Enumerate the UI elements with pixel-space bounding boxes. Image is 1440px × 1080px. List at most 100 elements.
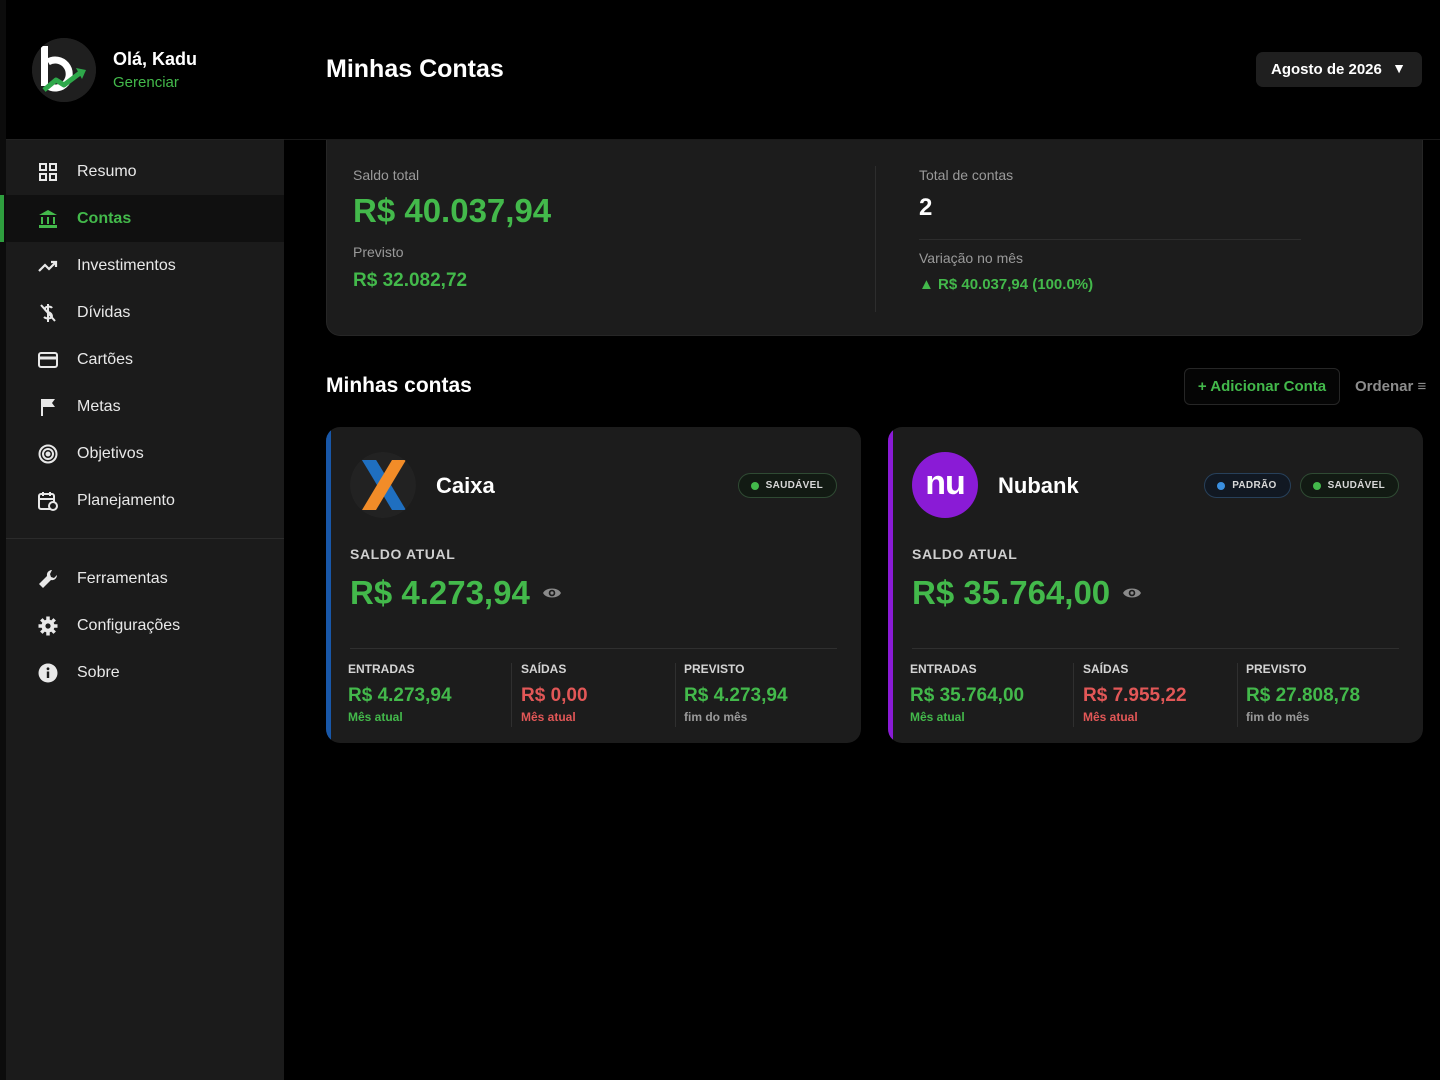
account-color-stripe: [326, 427, 331, 743]
manage-link[interactable]: Gerenciar: [113, 74, 197, 91]
sidebar-item-label: Resumo: [77, 162, 137, 180]
gear-icon: [37, 615, 59, 637]
forecast-period: fim do mês: [1246, 710, 1310, 724]
sidebar-item-planejamento[interactable]: Planejamento: [6, 477, 284, 524]
account-name: Nubank: [998, 473, 1079, 498]
expenses-value: R$ 7.955,22: [1083, 685, 1187, 706]
column-divider: [675, 663, 676, 727]
nubank-logo: nu: [912, 452, 978, 518]
card-divider: [350, 648, 837, 649]
sidebar-item-label: Configurações: [77, 616, 181, 634]
account-card-caixa[interactable]: Caixa SAUDÁVEL SALDO ATUAL R$ 4.273,94 E…: [326, 427, 861, 743]
sidebar-item-dividas[interactable]: Dívidas: [6, 289, 284, 336]
sidebar-item-label: Metas: [77, 397, 121, 415]
income-column: ENTRADAS R$ 4.273,94 Mês atual: [348, 662, 452, 724]
income-label: ENTRADAS: [348, 662, 415, 676]
expenses-value: R$ 0,00: [521, 685, 588, 706]
sidebar-item-metas[interactable]: Metas: [6, 383, 284, 430]
sidebar-item-label: Objetivos: [77, 444, 144, 462]
target-icon: [37, 443, 59, 465]
sidebar-item-cartoes[interactable]: Cartões: [6, 336, 284, 383]
total-balance-label: Saldo total: [353, 167, 420, 183]
flag-icon: [37, 396, 59, 418]
forecast-label: PREVISTO: [684, 662, 745, 676]
column-divider: [511, 663, 512, 727]
default-badge: PADRÃO: [1204, 473, 1291, 498]
monthly-variation-label: Variação no mês: [919, 250, 1024, 266]
eye-icon[interactable]: [542, 586, 562, 600]
sidebar-item-configuracoes[interactable]: Configurações: [6, 602, 284, 649]
default-badge-label: PADRÃO: [1232, 480, 1277, 491]
sidebar-item-ferramentas[interactable]: Ferramentas: [6, 555, 284, 602]
grid-icon: [37, 161, 59, 183]
bank-icon: [37, 208, 59, 230]
top-bar: Minhas Contas Agosto de 2026 ▼: [284, 0, 1440, 140]
sidebar-nav: Resumo Contas Investimentos Dívidas Cart…: [0, 140, 284, 696]
account-name: Caixa: [436, 473, 495, 498]
current-balance-value: R$ 4.273,94: [350, 574, 530, 611]
account-card-nubank[interactable]: nu Nubank PADRÃO SAUDÁVEL SALDO ATUAL R$…: [888, 427, 1423, 743]
total-balance-value: R$ 40.037,94: [353, 192, 552, 229]
summary-card: Saldo total R$ 40.037,94 Previsto R$ 32.…: [326, 140, 1423, 336]
add-account-button[interactable]: + Adicionar Conta: [1184, 368, 1340, 405]
sidebar-item-resumo[interactable]: Resumo: [6, 148, 284, 195]
income-value: R$ 35.764,00: [910, 685, 1025, 706]
credit-card-icon: [37, 349, 59, 371]
eye-icon[interactable]: [1122, 586, 1142, 600]
income-column: ENTRADAS R$ 35.764,00 Mês atual: [910, 662, 1024, 724]
monthly-variation-value: ▲ R$ 40.037,94 (100.0%): [919, 276, 1094, 293]
income-value: R$ 4.273,94: [348, 685, 452, 706]
sidebar-item-objetivos[interactable]: Objetivos: [6, 430, 284, 477]
income-period: Mês atual: [910, 710, 965, 724]
sidebar-item-label: Contas: [77, 209, 132, 227]
summary-divider: [875, 166, 876, 312]
forecast-label: PREVISTO: [1246, 662, 1307, 676]
info-icon: [37, 662, 59, 684]
sort-button[interactable]: Ordenar ≡: [1355, 378, 1426, 395]
expenses-column: SAÍDAS R$ 7.955,22 Mês atual: [1083, 662, 1187, 724]
expenses-label: SAÍDAS: [1083, 662, 1129, 676]
status-badge-label: SAUDÁVEL: [765, 480, 823, 491]
status-badge: SAUDÁVEL: [737, 473, 837, 498]
app-logo: [32, 37, 96, 102]
wrench-icon: [37, 568, 59, 590]
expenses-period: Mês atual: [1083, 710, 1138, 724]
status-badge: SAUDÁVEL: [1299, 473, 1399, 498]
sidebar-item-label: Dívidas: [77, 303, 131, 321]
status-dot: [750, 481, 759, 490]
account-color-stripe: [888, 427, 893, 743]
greeting: Olá, Kadu: [113, 48, 198, 69]
current-balance-label: SALDO ATUAL: [912, 546, 1018, 562]
sidebar-item-contas[interactable]: Contas: [0, 195, 284, 242]
expenses-period: Mês atual: [521, 710, 576, 724]
card-divider: [912, 648, 1399, 649]
current-balance: R$ 4.273,94: [350, 574, 562, 612]
calendar-icon: [37, 490, 59, 512]
sidebar-item-label: Ferramentas: [77, 569, 168, 587]
current-balance: R$ 35.764,00: [912, 574, 1142, 612]
month-selector[interactable]: Agosto de 2026 ▼: [1256, 52, 1422, 87]
income-label: ENTRADAS: [910, 662, 977, 676]
page-title: Minhas Contas: [326, 55, 504, 83]
current-balance-value: R$ 35.764,00: [912, 574, 1111, 611]
sidebar-item-label: Sobre: [77, 663, 120, 681]
forecast-label: Previsto: [353, 244, 404, 260]
column-divider: [1073, 663, 1074, 727]
sidebar-item-investimentos[interactable]: Investimentos: [6, 242, 284, 289]
chevron-down-icon: ▼: [1392, 60, 1406, 76]
sidebar-item-sobre[interactable]: Sobre: [6, 649, 284, 696]
sidebar-item-label: Cartões: [77, 350, 134, 368]
month-selector-value: Agosto de 2026: [1271, 61, 1382, 78]
expenses-label: SAÍDAS: [521, 662, 567, 676]
trending-up-icon: [37, 255, 59, 277]
forecast-value: R$ 4.273,94: [684, 685, 788, 706]
sidebar-divider: [6, 538, 284, 539]
default-dot: [1217, 481, 1226, 490]
forecast-value: R$ 32.082,72: [353, 270, 468, 291]
account-badges: PADRÃO SAUDÁVEL: [1204, 473, 1399, 498]
column-divider: [1237, 663, 1238, 727]
nubank-logo-text: nu: [925, 463, 966, 502]
accounts-section-title: Minhas contas: [326, 374, 472, 397]
profile-header: Olá, Kadu Gerenciar: [6, 0, 284, 140]
account-count-label: Total de contas: [919, 167, 1014, 183]
